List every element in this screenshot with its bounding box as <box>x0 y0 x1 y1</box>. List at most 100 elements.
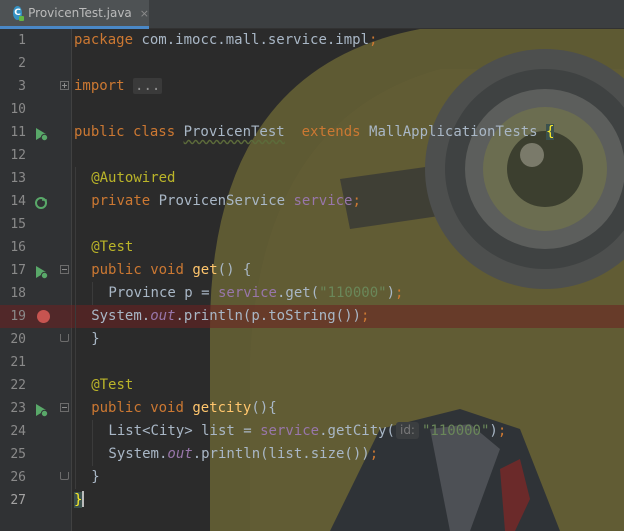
line-number: 27 <box>10 493 26 508</box>
code-token: out <box>150 308 176 324</box>
line-number: 22 <box>10 378 26 393</box>
code-token: ; <box>395 285 404 301</box>
breakpoint-icon[interactable] <box>37 310 50 323</box>
code-token: System. <box>91 308 151 324</box>
line-number: 16 <box>10 240 26 255</box>
code-line[interactable]: 17 public void get() { <box>0 259 624 282</box>
code-token: ; <box>497 423 507 439</box>
code-text: @Test <box>91 236 133 259</box>
code-token: extends <box>301 124 370 140</box>
code-line[interactable]: 22 @Test <box>0 374 624 397</box>
line-number: 20 <box>10 332 26 347</box>
code-line[interactable]: 18 Province p = service.get("110000"); <box>0 282 624 305</box>
code-line[interactable]: 27} <box>0 489 624 512</box>
code-token: ; <box>360 308 370 324</box>
code-editor[interactable]: 1 package com.imocc.mall.service.impl; 2 3 i… <box>0 29 624 531</box>
code-token: @Test <box>91 377 134 393</box>
code-text: System.out.println(p.toString()); <box>91 305 369 328</box>
code-token: ) <box>386 285 396 301</box>
code-token: List<City> list = <box>108 423 261 439</box>
code-token: .get( <box>276 285 320 301</box>
indent-guide <box>75 259 76 282</box>
code-line[interactable]: 13 @Autowired <box>0 167 624 190</box>
indent-guide <box>75 374 76 397</box>
line-number: 3 <box>18 79 26 94</box>
code-line[interactable]: 24 List<City> list = service.getCity(id: "… <box>0 420 624 443</box>
close-icon[interactable]: × <box>140 7 149 20</box>
line-number: 23 <box>10 401 26 416</box>
tab-provicentest[interactable]: C ProvicenTest.java × <box>0 0 149 29</box>
code-token: ProvicenService <box>158 193 294 209</box>
code-token: System. <box>108 446 168 462</box>
code-line[interactable]: 14 private ProvicenService service; <box>0 190 624 213</box>
code-line[interactable]: 26} <box>0 466 624 489</box>
code-line[interactable]: 16 @Test <box>0 236 624 259</box>
code-text: List<City> list = service.getCity(id: "11… <box>108 420 506 443</box>
code-token: service <box>217 285 277 301</box>
code-token: ; <box>369 446 379 462</box>
code-line[interactable]: 20} <box>0 328 624 351</box>
code-line[interactable]: 1 package com.imocc.mall.service.impl; <box>0 29 624 52</box>
code-text: public void getcity(){ <box>91 397 276 420</box>
line-number: 10 <box>10 102 26 117</box>
line-number: 26 <box>10 470 26 485</box>
code-token: .getCity( <box>319 423 395 439</box>
code-token: { <box>546 124 555 140</box>
code-text: } <box>91 328 99 351</box>
indent-guide <box>75 190 76 213</box>
code-token: service <box>293 193 353 209</box>
code-token: com.imocc.mall.service.impl <box>141 32 370 48</box>
code-line[interactable]: 10 <box>0 98 624 121</box>
code-line[interactable]: 11 public class ProvicenTest extends Mall… <box>0 121 624 144</box>
code-token: private <box>91 193 159 209</box>
run-test-icon[interactable] <box>34 264 49 280</box>
ide-window: C ProvicenTest.java × 1 package com.imoc… <box>0 0 624 531</box>
code-text: public class ProvicenTest extends MallAp… <box>74 121 555 144</box>
line-number: 24 <box>10 424 26 439</box>
text-caret <box>82 491 85 507</box>
indent-guide <box>75 443 76 466</box>
code-text: public void get() { <box>91 259 251 282</box>
fold-expand-icon[interactable] <box>60 81 69 90</box>
indent-guide <box>75 167 76 190</box>
code-text: @Test <box>91 374 133 397</box>
code-line[interactable]: 12 <box>0 144 624 167</box>
code-line[interactable]: 19 System.out.println(p.toString()); <box>0 305 624 328</box>
parameter-hint: id: <box>395 422 419 439</box>
tab-title: ProvicenTest.java <box>28 6 132 20</box>
code-token: } <box>74 492 83 508</box>
line-number: 21 <box>10 355 26 370</box>
code-line[interactable]: 2 <box>0 52 624 75</box>
java-class-icon: C <box>13 6 25 21</box>
line-number: 17 <box>10 263 26 278</box>
code-token: ; <box>369 32 378 48</box>
navigate-bean-icon[interactable] <box>34 195 48 209</box>
indent-guide <box>92 443 94 466</box>
run-test-icon[interactable] <box>34 402 49 418</box>
fold-collapse-icon[interactable] <box>60 403 69 412</box>
code-token: (){ <box>251 400 277 416</box>
code-token: .println(p.toString()) <box>175 308 361 324</box>
code-line[interactable]: 15 <box>0 213 624 236</box>
fold-end-icon[interactable] <box>60 472 69 480</box>
indent-guide <box>92 282 94 305</box>
fold-collapse-icon[interactable] <box>60 265 69 274</box>
code-text: } <box>91 466 99 489</box>
code-token: public void <box>91 262 193 278</box>
code-token: ) <box>489 423 498 439</box>
run-test-icon[interactable] <box>34 126 49 142</box>
code-text: System.out.println(list.size()); <box>108 443 378 466</box>
code-line[interactable]: 23 public void getcity(){ <box>0 397 624 420</box>
indent-guide <box>75 420 76 443</box>
line-number: 15 <box>10 217 26 232</box>
code-text: Province p = service.get("110000"); <box>108 282 403 305</box>
code-line[interactable]: 21 <box>0 351 624 374</box>
code-line[interactable]: 3 import ... <box>0 75 624 98</box>
code-token: @Autowired <box>91 170 176 186</box>
code-line[interactable]: 25 System.out.println(list.size()); <box>0 443 624 466</box>
code-token: import <box>74 78 134 94</box>
code-lines: 1 package com.imocc.mall.service.impl; 2 3 i… <box>0 29 624 512</box>
indent-guide <box>75 397 76 420</box>
fold-end-icon[interactable] <box>60 334 69 342</box>
